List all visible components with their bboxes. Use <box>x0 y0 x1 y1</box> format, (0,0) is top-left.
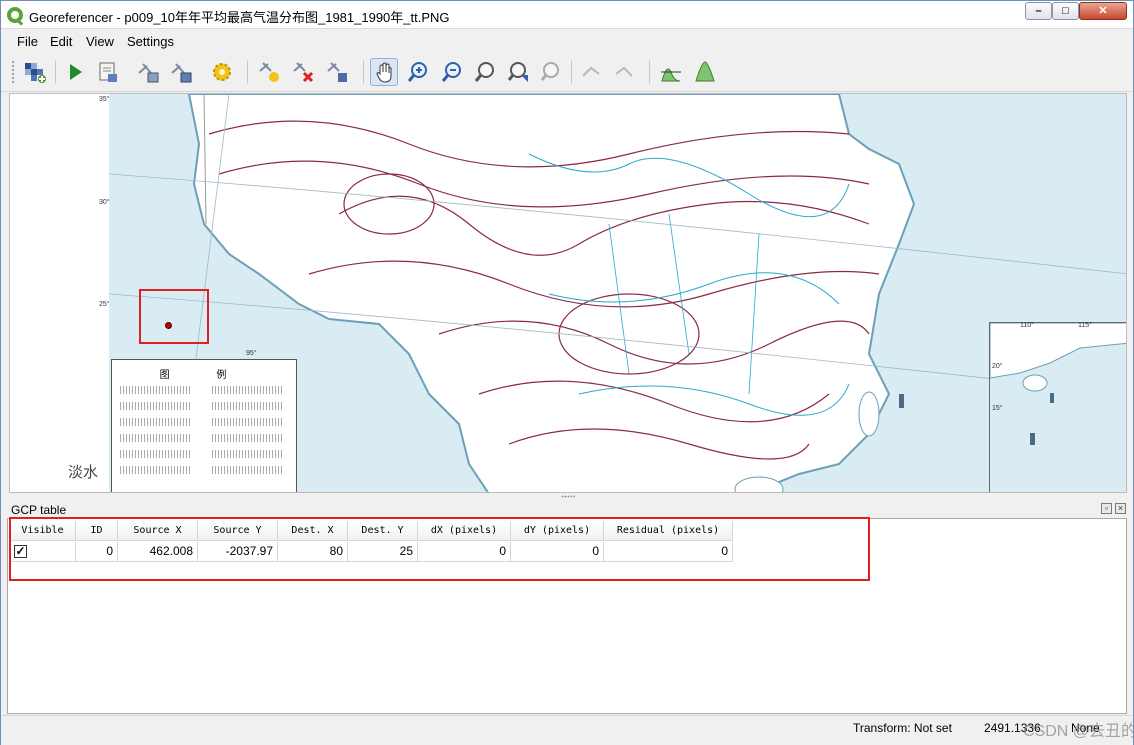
toolbar-separator <box>247 60 248 84</box>
panel-title: GCP table <box>11 503 67 517</box>
menu-bar: File Edit View Settings <box>1 30 1133 52</box>
close-button[interactable]: ✕ <box>1079 2 1127 20</box>
link-qgis-to-georef-icon <box>615 66 633 77</box>
maximize-button[interactable]: □ <box>1052 2 1079 20</box>
link-georef-to-qgis-button[interactable] <box>577 58 605 86</box>
latitude-label: 30° <box>99 199 110 206</box>
gcp-point-marker[interactable] <box>165 322 172 329</box>
full-histogram-stretch-button[interactable] <box>657 58 685 86</box>
toolbar-separator <box>55 60 56 84</box>
local-histogram-stretch-icon <box>695 61 715 82</box>
delete-point-button[interactable] <box>289 58 317 86</box>
menu-settings[interactable]: Settings <box>127 34 174 49</box>
full-histogram-stretch-icon <box>661 68 681 82</box>
menu-view[interactable]: View <box>86 34 114 49</box>
longitude-label: 115° <box>1078 322 1092 329</box>
add-point-button[interactable] <box>255 58 283 86</box>
legend-row <box>212 434 282 442</box>
highlight-box <box>139 289 209 344</box>
latitude-label: 35° <box>99 96 110 103</box>
highlight-box <box>9 517 870 581</box>
save-gcp-points-icon <box>171 63 192 83</box>
latitude-label: 15° <box>992 405 1003 412</box>
toolbar-separator <box>363 60 364 84</box>
float-panel-icon[interactable]: ▫ <box>1101 503 1112 514</box>
status-bar: Transform: Not set 2491.1336 None CSDN @… <box>1 715 1134 745</box>
zoom-next-icon <box>540 62 559 81</box>
link-qgis-to-georef-button[interactable] <box>610 58 638 86</box>
zoom-to-layer-button[interactable] <box>471 58 499 86</box>
longitude-label: 110° <box>1020 322 1034 329</box>
menu-file[interactable]: File <box>17 34 38 49</box>
transform-status: Transform: Not set <box>853 721 952 735</box>
zoom-last-button[interactable] <box>504 58 532 86</box>
minimize-icon: – <box>1035 5 1042 17</box>
generate-gdal-script-button[interactable] <box>94 58 122 86</box>
qgis-app-icon <box>7 7 24 26</box>
watermark: CSDN @去丑的星 <box>1023 723 1134 740</box>
legend-row <box>120 466 190 474</box>
zoom-in-button[interactable] <box>404 58 432 86</box>
legend-title: 图 例 <box>159 370 249 381</box>
legend-row <box>212 402 282 410</box>
legend-row <box>120 418 190 426</box>
legend-row <box>120 386 190 394</box>
move-gcp-point-icon <box>327 62 347 82</box>
toolbar-grip[interactable] <box>11 60 15 84</box>
legend-row <box>212 466 282 474</box>
zoom-out-button[interactable] <box>438 58 466 86</box>
map-legend: 图 例 <box>111 359 297 492</box>
zoom-last-icon <box>507 62 528 82</box>
inset-map-drawing <box>989 322 1126 445</box>
legend-row <box>120 402 190 410</box>
legend-row <box>120 434 190 442</box>
inset-map: 110° 115° 20° 15° <box>989 322 1126 492</box>
zoom-out-icon <box>441 62 461 82</box>
move-gcp-point-button[interactable] <box>323 58 351 86</box>
zoom-in-icon <box>407 62 427 82</box>
minimize-button[interactable]: – <box>1025 2 1052 20</box>
legend-row <box>212 450 282 458</box>
add-point-icon <box>259 62 279 82</box>
map-canvas[interactable]: 35° 30° 25° 95° 图 例 110° 115° 20° 15° 淡水 <box>9 93 1127 493</box>
window-title: Georeferencer - p009_10年年平均最高气温分布图_1981_… <box>29 10 450 25</box>
zoom-next-button[interactable] <box>537 58 565 86</box>
load-gcp-points-icon <box>138 63 159 83</box>
start-georeferencing-icon <box>70 64 82 80</box>
start-georeferencing-button[interactable] <box>61 58 89 86</box>
menu-edit[interactable]: Edit <box>50 34 72 49</box>
pan-button[interactable] <box>370 58 398 86</box>
map-side-text: 淡水 <box>68 464 99 481</box>
link-georef-to-qgis-icon <box>582 66 600 77</box>
close-icon: ✕ <box>1098 5 1108 17</box>
title-bar: Georeferencer - p009_10年年平均最高气温分布图_1981_… <box>1 1 1133 29</box>
longitude-label: 95° <box>246 350 257 357</box>
splitter-grip <box>561 495 575 498</box>
legend-row <box>120 450 190 458</box>
generate-gdal-script-icon <box>99 62 117 82</box>
open-raster-button[interactable] <box>21 58 49 86</box>
maximize-icon: □ <box>1062 5 1069 17</box>
close-panel-icon[interactable]: × <box>1115 503 1126 514</box>
toolbar-separator <box>571 60 572 84</box>
georeferencer-window: Georeferencer - p009_10年年平均最高气温分布图_1981_… <box>0 0 1134 745</box>
legend-row <box>212 386 282 394</box>
pan-icon <box>376 62 392 83</box>
load-gcp-points-button[interactable] <box>134 58 162 86</box>
zoom-to-layer-icon <box>474 62 494 82</box>
latitude-label: 20° <box>992 363 1003 370</box>
transformation-settings-button[interactable] <box>208 58 236 86</box>
legend-row <box>212 418 282 426</box>
latitude-label: 25° <box>99 301 110 308</box>
toolbar-separator <box>649 60 650 84</box>
local-histogram-stretch-button[interactable] <box>691 58 719 86</box>
delete-point-icon <box>293 62 314 83</box>
save-gcp-points-button[interactable] <box>167 58 195 86</box>
toolbar <box>1 52 1133 92</box>
transformation-settings-icon <box>213 63 231 81</box>
open-raster-icon <box>25 63 46 83</box>
